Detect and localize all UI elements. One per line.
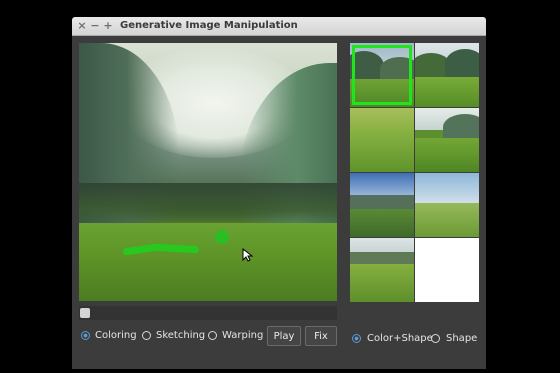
maximize-icon[interactable]: + [102,19,114,32]
brush-dot [215,230,229,244]
app-window: × − + Generative Image Manipulation Colo… [72,17,486,369]
canvas-treeline [79,183,337,228]
minimize-icon[interactable]: − [89,19,101,32]
radio-warping[interactable] [208,331,217,340]
label-color-shape: Color+Shape [367,333,433,344]
canvas-meadow [79,223,337,301]
result-thumbnail[interactable] [415,43,479,107]
selected-result-highlight [352,45,412,105]
radio-coloring[interactable] [81,331,90,340]
label-sketching: Sketching [156,330,206,341]
label-coloring: Coloring [95,330,137,341]
timeline-slider-handle[interactable] [80,308,90,318]
mouse-cursor-icon [242,248,254,262]
window-title: Generative Image Manipulation [120,20,298,31]
close-icon[interactable]: × [76,19,88,32]
timeline-slider[interactable] [79,306,337,320]
label-warping: Warping [222,330,264,341]
play-button[interactable]: Play [267,326,301,346]
radio-sketching[interactable] [142,331,151,340]
image-canvas[interactable] [79,43,337,301]
result-thumbnail[interactable] [350,238,414,302]
result-thumbnail[interactable] [415,108,479,172]
fix-button[interactable]: Fix [305,326,337,346]
titlebar: × − + Generative Image Manipulation [72,17,486,36]
result-thumbnail[interactable] [415,173,479,237]
result-thumbnail[interactable] [350,108,414,172]
label-shape: Shape [446,333,478,344]
result-thumbnail-empty [415,238,479,302]
radio-color-shape[interactable] [352,334,361,343]
result-thumbnail[interactable] [350,173,414,237]
radio-shape[interactable] [431,334,440,343]
mode-controls: Coloring Sketching Warping Play Fix Colo… [72,326,486,348]
